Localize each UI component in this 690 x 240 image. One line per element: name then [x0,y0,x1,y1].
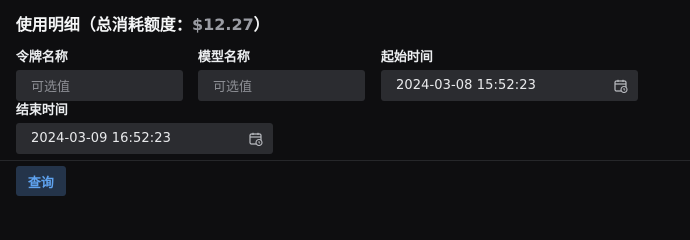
model-name-placeholder: 可选值 [213,80,253,95]
query-button[interactable]: 查询 [16,166,66,196]
token-name-label: 令牌名称 [16,50,69,65]
model-name-input[interactable]: 可选值 [198,70,365,101]
title-close: ） [253,15,270,34]
end-time-label: 结束时间 [16,103,69,118]
title-text: 使用明细（总消耗额度： [16,15,193,34]
model-name-label: 模型名称 [198,50,251,65]
page-title: 使用明细（总消耗额度：$12.27） [16,13,270,37]
calendar-icon[interactable] [614,79,628,93]
token-name-input[interactable]: 可选值 [16,70,183,101]
start-time-value: 2024-03-08 15:52:23 [396,78,536,93]
start-time-label: 起始时间 [381,50,434,65]
total-amount: $12.27 [192,15,254,34]
end-time-picker[interactable]: 2024-03-09 16:52:23 [16,123,273,154]
start-time-picker[interactable]: 2024-03-08 15:52:23 [381,70,638,101]
end-time-value: 2024-03-09 16:52:23 [31,131,171,146]
section-divider [0,160,690,161]
token-name-placeholder: 可选值 [31,80,71,95]
calendar-icon[interactable] [249,132,263,146]
